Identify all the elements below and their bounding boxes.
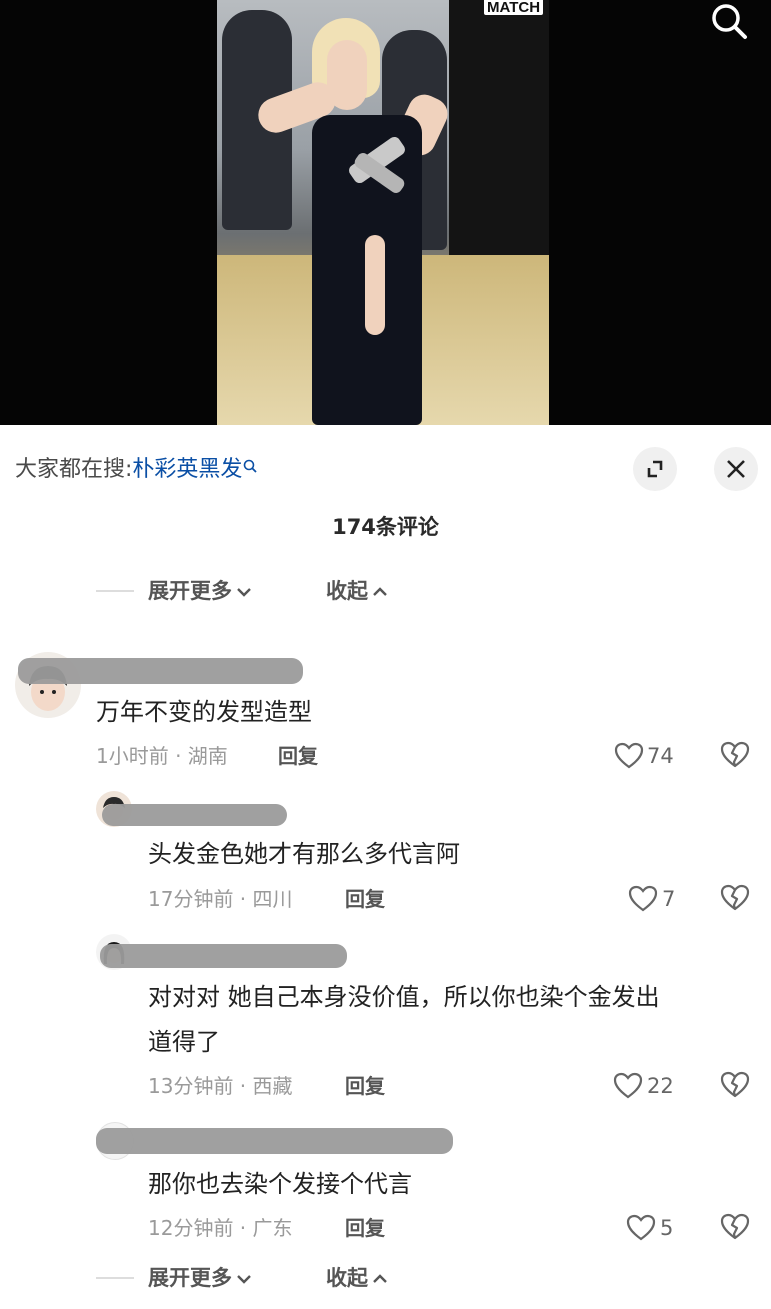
close-icon xyxy=(727,460,745,478)
reply-text-line2: 道得了 xyxy=(148,1028,220,1056)
heart-icon xyxy=(613,1072,643,1099)
reply-text-line1: 对对对 她自己本身没价值，所以你也染个金发出 xyxy=(148,983,660,1011)
like-count: 74 xyxy=(647,744,674,768)
expand-more-bottom[interactable]: 展开更多 xyxy=(148,1263,252,1293)
reply-button[interactable]: 回复 xyxy=(345,1213,385,1243)
dislike-button[interactable] xyxy=(720,741,750,773)
reply-text: 头发金色她才有那么多代言阿 xyxy=(148,840,460,868)
reply-button[interactable]: 回复 xyxy=(278,741,318,771)
expand-more-top[interactable]: 展开更多 xyxy=(148,576,252,606)
like-count: 22 xyxy=(647,1074,674,1098)
reply-time-location: 17分钟前 · 四川 xyxy=(148,887,293,911)
collapse-bottom[interactable]: 收起 xyxy=(326,1263,388,1293)
video-player[interactable]: MATCH xyxy=(0,0,771,425)
broken-heart-icon xyxy=(720,1071,750,1098)
video-frame xyxy=(217,0,549,425)
divider-line xyxy=(96,1277,134,1279)
broken-heart-icon xyxy=(720,884,750,911)
chevron-up-icon xyxy=(373,587,387,596)
chevron-down-icon xyxy=(237,1275,251,1284)
trending-prefix: 大家都在搜: xyxy=(15,457,133,482)
heart-icon xyxy=(628,885,658,912)
broken-heart-icon xyxy=(720,1213,750,1240)
close-button[interactable] xyxy=(714,447,758,491)
comment-text: 万年不变的发型造型 xyxy=(96,698,312,726)
collapse-label: 收起 xyxy=(326,1266,368,1290)
like-count: 7 xyxy=(662,887,676,911)
collapse-label: 收起 xyxy=(326,579,368,603)
dislike-button[interactable] xyxy=(720,1213,750,1245)
reply-button[interactable]: 回复 xyxy=(345,1071,385,1101)
expand-icon xyxy=(647,460,663,478)
reply-time-location: 13分钟前 · 西藏 xyxy=(148,1074,293,1098)
chevron-up-icon xyxy=(373,1274,387,1283)
dislike-button[interactable] xyxy=(720,884,750,916)
expand-sheet-button[interactable] xyxy=(633,447,677,491)
model-leg xyxy=(365,235,385,335)
heart-icon xyxy=(626,1214,656,1241)
video-logo: MATCH xyxy=(484,0,544,15)
reply-time-location: 12分钟前 · 广东 xyxy=(148,1216,293,1240)
like-button[interactable]: 22 xyxy=(613,1071,683,1101)
comment-time-location: 1小时前 · 湖南 xyxy=(96,744,228,768)
search-icon xyxy=(712,4,747,39)
comment-count: 174条评论 xyxy=(332,515,439,539)
redacted-username xyxy=(96,1128,453,1154)
redacted-username xyxy=(100,944,347,968)
like-button[interactable]: 7 xyxy=(628,884,683,914)
redacted-username xyxy=(18,658,303,684)
small-search-icon xyxy=(244,459,258,473)
like-button[interactable]: 74 xyxy=(614,741,680,771)
collapse-top[interactable]: 收起 xyxy=(326,576,388,606)
like-count: 5 xyxy=(660,1216,674,1240)
broken-heart-icon xyxy=(720,741,750,768)
expand-more-label: 展开更多 xyxy=(148,579,232,603)
chevron-down-icon xyxy=(237,588,251,597)
like-button[interactable]: 5 xyxy=(626,1213,683,1243)
trending-search[interactable]: 大家都在搜:朴彩英黑发 xyxy=(15,455,258,485)
reply-text: 那你也去染个发接个代言 xyxy=(148,1170,412,1198)
reply-button[interactable]: 回复 xyxy=(345,884,385,914)
search-button[interactable] xyxy=(705,0,753,44)
redacted-username xyxy=(102,804,287,826)
dislike-button[interactable] xyxy=(720,1071,750,1103)
trending-keyword[interactable]: 朴彩英黑发 xyxy=(132,457,242,482)
divider-line xyxy=(96,590,134,592)
heart-icon xyxy=(614,742,644,769)
expand-more-label: 展开更多 xyxy=(148,1266,232,1290)
